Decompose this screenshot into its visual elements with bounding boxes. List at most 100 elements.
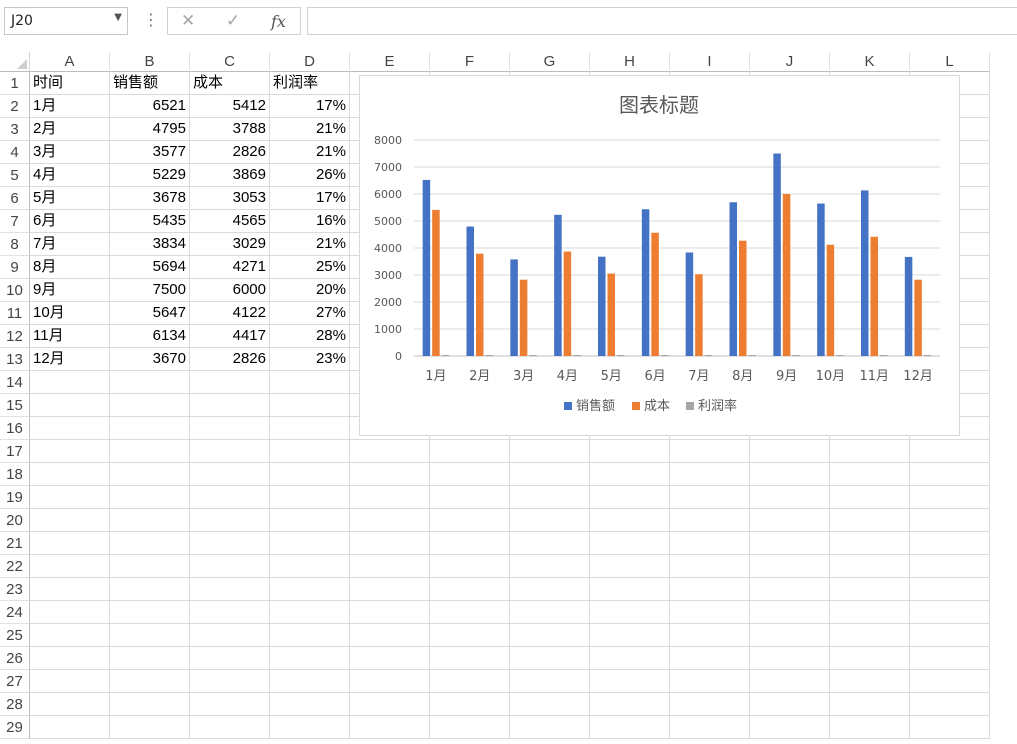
cell-f19[interactable]	[430, 486, 510, 509]
cell-b8[interactable]: 3834	[110, 233, 190, 256]
cell-c26[interactable]	[190, 647, 270, 670]
cell-a18[interactable]	[30, 463, 110, 486]
cell-c1[interactable]: 成本	[190, 72, 270, 95]
row-header-7[interactable]: 7	[0, 210, 30, 233]
chart-object[interactable]: 图表标题 0 1000 2000 3000 4000 5000 6000 7000 8000 1月 2…	[359, 75, 960, 436]
cell-g29[interactable]	[510, 716, 590, 739]
cell-l25[interactable]	[910, 624, 990, 647]
cell-a9[interactable]: 8月	[30, 256, 110, 279]
select-all-button[interactable]	[0, 52, 30, 72]
cell-c5[interactable]: 3869	[190, 164, 270, 187]
cell-g27[interactable]	[510, 670, 590, 693]
row-header-11[interactable]: 11	[0, 302, 30, 325]
row-header-3[interactable]: 3	[0, 118, 30, 141]
cell-d22[interactable]	[270, 555, 350, 578]
cell-c16[interactable]	[190, 417, 270, 440]
cell-c23[interactable]	[190, 578, 270, 601]
cell-k18[interactable]	[830, 463, 910, 486]
cell-a15[interactable]	[30, 394, 110, 417]
cell-b18[interactable]	[110, 463, 190, 486]
cell-a7[interactable]: 6月	[30, 210, 110, 233]
cell-h29[interactable]	[590, 716, 670, 739]
cell-k17[interactable]	[830, 440, 910, 463]
cell-l29[interactable]	[910, 716, 990, 739]
enter-check-icon[interactable]: ✓	[226, 11, 240, 31]
cell-k27[interactable]	[830, 670, 910, 693]
cell-j24[interactable]	[750, 601, 830, 624]
cell-b24[interactable]	[110, 601, 190, 624]
cell-j29[interactable]	[750, 716, 830, 739]
row-header-19[interactable]: 19	[0, 486, 30, 509]
row-header-1[interactable]: 1	[0, 72, 30, 95]
row-header-22[interactable]: 22	[0, 555, 30, 578]
cell-c14[interactable]	[190, 371, 270, 394]
cell-l28[interactable]	[910, 693, 990, 716]
cell-d9[interactable]: 25%	[270, 256, 350, 279]
row-header-12[interactable]: 12	[0, 325, 30, 348]
cell-g17[interactable]	[510, 440, 590, 463]
cell-i17[interactable]	[670, 440, 750, 463]
cell-c24[interactable]	[190, 601, 270, 624]
cell-g20[interactable]	[510, 509, 590, 532]
cell-d21[interactable]	[270, 532, 350, 555]
cell-i19[interactable]	[670, 486, 750, 509]
cell-b4[interactable]: 3577	[110, 141, 190, 164]
cell-b17[interactable]	[110, 440, 190, 463]
cell-i20[interactable]	[670, 509, 750, 532]
cell-b23[interactable]	[110, 578, 190, 601]
cell-h24[interactable]	[590, 601, 670, 624]
row-header-8[interactable]: 8	[0, 233, 30, 256]
cell-c2[interactable]: 5412	[190, 95, 270, 118]
cell-f20[interactable]	[430, 509, 510, 532]
cell-d29[interactable]	[270, 716, 350, 739]
row-header-13[interactable]: 13	[0, 348, 30, 371]
cell-d1[interactable]: 利润率	[270, 72, 350, 95]
cell-a25[interactable]	[30, 624, 110, 647]
row-header-27[interactable]: 27	[0, 670, 30, 693]
cell-e21[interactable]	[350, 532, 430, 555]
row-header-6[interactable]: 6	[0, 187, 30, 210]
row-header-18[interactable]: 18	[0, 463, 30, 486]
cell-d5[interactable]: 26%	[270, 164, 350, 187]
cell-g22[interactable]	[510, 555, 590, 578]
cell-a10[interactable]: 9月	[30, 279, 110, 302]
cell-c3[interactable]: 3788	[190, 118, 270, 141]
cell-e18[interactable]	[350, 463, 430, 486]
cell-i29[interactable]	[670, 716, 750, 739]
cell-d25[interactable]	[270, 624, 350, 647]
cell-a2[interactable]: 1月	[30, 95, 110, 118]
cell-e17[interactable]	[350, 440, 430, 463]
cell-h26[interactable]	[590, 647, 670, 670]
cell-f22[interactable]	[430, 555, 510, 578]
cell-j21[interactable]	[750, 532, 830, 555]
cell-l17[interactable]	[910, 440, 990, 463]
column-header-j[interactable]: J	[750, 52, 830, 72]
cell-b14[interactable]	[110, 371, 190, 394]
cell-c8[interactable]: 3029	[190, 233, 270, 256]
cell-h25[interactable]	[590, 624, 670, 647]
cell-j27[interactable]	[750, 670, 830, 693]
cancel-icon[interactable]: ✕	[181, 11, 195, 31]
cell-a21[interactable]	[30, 532, 110, 555]
cell-g28[interactable]	[510, 693, 590, 716]
row-header-5[interactable]: 5	[0, 164, 30, 187]
cell-k26[interactable]	[830, 647, 910, 670]
cell-g21[interactable]	[510, 532, 590, 555]
cell-b12[interactable]: 6134	[110, 325, 190, 348]
cell-a16[interactable]	[30, 417, 110, 440]
cell-j18[interactable]	[750, 463, 830, 486]
column-header-e[interactable]: E	[350, 52, 430, 72]
cell-a1[interactable]: 时间	[30, 72, 110, 95]
cell-b7[interactable]: 5435	[110, 210, 190, 233]
cell-a13[interactable]: 12月	[30, 348, 110, 371]
cell-a17[interactable]	[30, 440, 110, 463]
cell-e23[interactable]	[350, 578, 430, 601]
cell-e26[interactable]	[350, 647, 430, 670]
cell-k25[interactable]	[830, 624, 910, 647]
cell-b3[interactable]: 4795	[110, 118, 190, 141]
column-header-l[interactable]: L	[910, 52, 990, 72]
cell-a4[interactable]: 3月	[30, 141, 110, 164]
cell-d26[interactable]	[270, 647, 350, 670]
cell-j22[interactable]	[750, 555, 830, 578]
cell-f17[interactable]	[430, 440, 510, 463]
